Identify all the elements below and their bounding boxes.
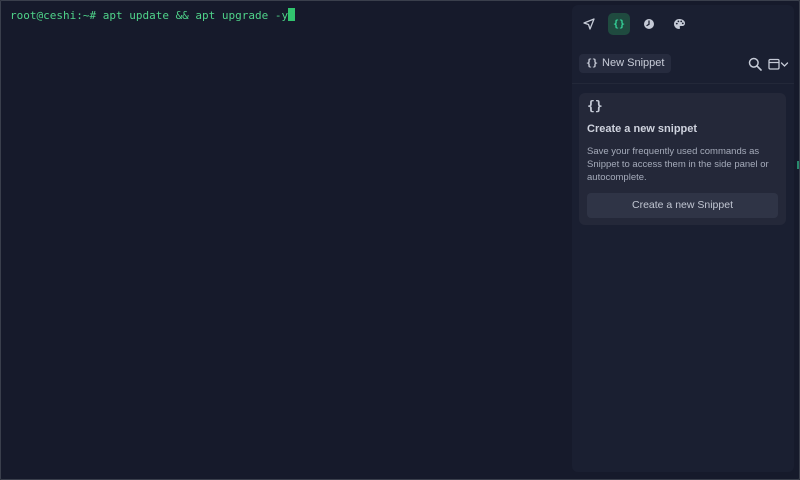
app-window: root@ceshi:~# apt update && apt upgrade … [0,0,800,480]
toolbar-icons [748,53,789,75]
terminal-prompt: root@ceshi:~# [10,9,97,22]
layout-dropdown-button[interactable] [768,58,789,70]
braces-icon: {} [587,99,603,114]
search-icon [748,57,762,71]
empty-state-title: Create a new snippet [587,123,698,135]
navigation-arrow-icon [583,18,595,30]
scroll-indicator [797,161,799,169]
panel-tab-bar: {} [578,13,692,39]
terminal-command: apt update && apt upgrade -y [96,9,289,22]
create-snippet-button[interactable]: Create a new Snippet [587,193,778,218]
snippets-side-panel: {} {} New Snippet {} Create a new snippe… [572,5,794,472]
terminal-area[interactable]: root@ceshi:~# apt update && apt upgrade … [1,1,571,479]
clock-icon [644,19,654,29]
terminal-line: root@ceshi:~# apt update && apt upgrade … [10,8,296,23]
braces-icon: {} [586,58,599,69]
search-button[interactable] [748,57,762,71]
terminal-cursor [288,8,296,21]
palette-icon [673,19,685,29]
empty-state-description: Save your frequently used commands as Sn… [587,146,769,183]
new-snippet-button[interactable]: {} New Snippet [579,54,672,73]
chevron-down-icon [780,61,789,67]
panel-divider [572,83,794,84]
empty-state-card: {} Create a new snippet Save your freque… [579,93,786,225]
snippets-toolbar: {} New Snippet [579,53,789,75]
tab-snippets[interactable]: {} [608,13,630,35]
new-snippet-label: New Snippet [602,57,665,69]
calendar-icon [768,58,780,70]
tab-themes[interactable] [668,13,690,35]
tab-navigation[interactable] [578,13,600,35]
braces-icon: {} [612,18,626,30]
tab-history[interactable] [638,13,660,35]
